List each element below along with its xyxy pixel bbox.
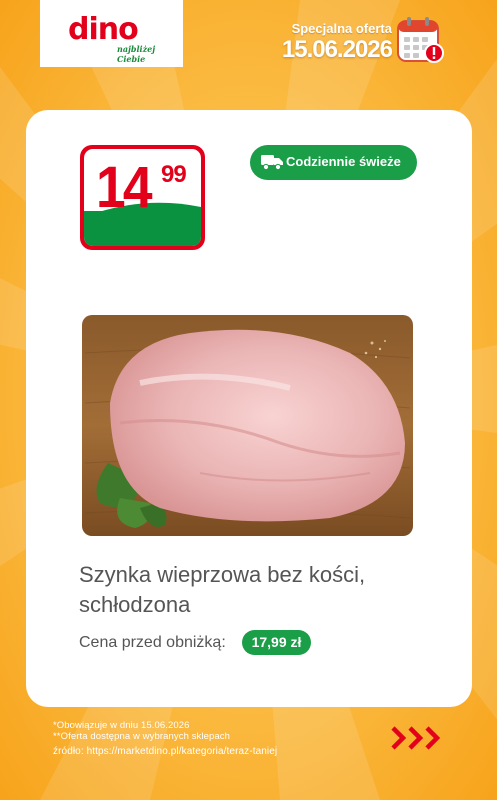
daily-fresh-badge: Codziennie świeże <box>250 145 417 180</box>
footnote-validity: *Obowiązuje w dniu 15.06.2026 <box>53 720 190 731</box>
daily-fresh-label: Codziennie świeże <box>286 154 401 169</box>
previous-price-value: 17,99 zł <box>242 630 311 655</box>
offer-label: Specjalna oferta <box>291 21 392 36</box>
footnote-availability: **Oferta dostępna w wybranych sklepach <box>53 731 231 742</box>
logo-tagline: najbliżej Ciebie <box>117 44 156 64</box>
product-name: Szynka wieprzowa bez kości, schłodzona <box>79 562 366 617</box>
logo-wordmark: dino <box>68 12 139 47</box>
offer-date: 15.06.2026 <box>281 36 393 63</box>
product-image[interactable] <box>80 313 415 538</box>
price-tag-inner: 14 99 <box>84 149 201 246</box>
dino-logo[interactable]: dino najbliżej Ciebie <box>40 0 183 67</box>
price-tag: 14 99 <box>80 145 205 250</box>
calendar-alert-icon <box>397 17 444 63</box>
previous-price-label: Cena przed obniżką: <box>79 634 226 651</box>
delivery-truck-icon <box>261 155 283 171</box>
price-integer: 14 <box>96 155 153 220</box>
source-link[interactable]: źródło: https://marketdino.pl/kategoria/… <box>53 746 277 757</box>
triple-chevron-right-icon[interactable] <box>390 725 445 751</box>
price-decimal: 99 <box>161 161 187 188</box>
